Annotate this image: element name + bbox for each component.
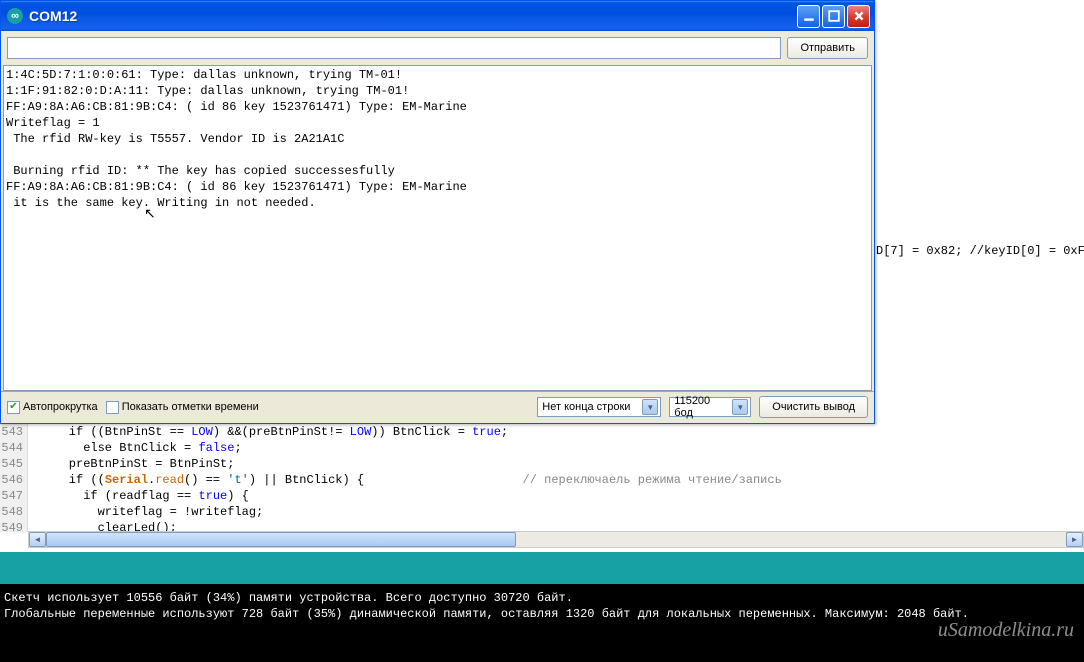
timestamps-label: Показать отметки времени — [122, 401, 259, 413]
chevron-down-icon: ▼ — [732, 399, 748, 415]
code-line: 545 preBtnPinSt = BtnPinSt; — [0, 456, 1084, 472]
line-number: 545 — [0, 456, 28, 472]
baud-rate-value: 115200 бод — [674, 395, 728, 419]
code-content: if (readflag == true) { — [28, 488, 249, 504]
autoscroll-checkbox[interactable]: ✔ Автопрокрутка — [7, 401, 98, 414]
line-ending-select[interactable]: Нет конца строки ▼ — [537, 397, 661, 417]
titlebar[interactable]: ∞ COM12 — [1, 1, 874, 31]
scroll-track[interactable] — [516, 532, 1066, 547]
code-content: preBtnPinSt = BtnPinSt; — [28, 456, 234, 472]
code-content: else BtnClick = false; — [28, 440, 242, 456]
maximize-button[interactable] — [822, 5, 845, 28]
checkbox-icon: ✔ — [7, 401, 20, 414]
baud-rate-select[interactable]: 115200 бод ▼ — [669, 397, 751, 417]
code-content: writeflag = !writeflag; — [28, 504, 263, 520]
chevron-down-icon: ▼ — [642, 399, 658, 415]
mouse-cursor-icon: ↖ — [144, 207, 156, 223]
window-title: COM12 — [29, 8, 797, 24]
scroll-right-button[interactable]: ► — [1066, 532, 1083, 547]
close-button[interactable] — [847, 5, 870, 28]
timestamps-checkbox[interactable]: Показать отметки времени — [106, 401, 259, 414]
serial-monitor-window: ∞ COM12 Отправить 1:4C:5D:7:1:0:0:61: Ty… — [0, 0, 875, 424]
serial-output[interactable]: 1:4C:5D:7:1:0:0:61: Type: dallas unknown… — [3, 65, 872, 391]
scroll-left-button[interactable]: ◄ — [29, 532, 46, 547]
app-icon: ∞ — [7, 8, 23, 24]
code-line: 546 if ((Serial.read() == 't') || BtnCli… — [0, 472, 1084, 488]
send-input[interactable] — [7, 37, 781, 59]
clear-output-button[interactable]: Очистить вывод — [759, 396, 868, 418]
code-line: 544 else BtnClick = false; — [0, 440, 1084, 456]
build-console: Скетч использует 10556 байт (34%) памяти… — [0, 584, 1084, 662]
code-line: 547 if (readflag == true) { — [0, 488, 1084, 504]
line-number: 546 — [0, 472, 28, 488]
code-line: 548 writeflag = !writeflag; — [0, 504, 1084, 520]
line-number: 544 — [0, 440, 28, 456]
send-button[interactable]: Отправить — [787, 37, 868, 59]
line-number: 543 — [0, 424, 28, 440]
send-row: Отправить — [1, 31, 874, 65]
ide-status-strip — [0, 552, 1084, 584]
footer-bar: ✔ Автопрокрутка Показать отметки времени… — [1, 391, 874, 422]
code-content: if ((Serial.read() == 't') || BtnClick) … — [28, 472, 782, 488]
autoscroll-label: Автопрокрутка — [23, 401, 98, 413]
background-code-fragment: D[7] = 0x82; //keyID[0] = 0xFF; — [876, 244, 1084, 258]
horizontal-scrollbar[interactable]: ◄ ► — [28, 531, 1084, 548]
minimize-button[interactable] — [797, 5, 820, 28]
line-ending-value: Нет конца строки — [542, 401, 638, 413]
code-line: 543 if ((BtnPinSt == LOW) &&(preBtnPinSt… — [0, 424, 1084, 440]
line-number: 548 — [0, 504, 28, 520]
checkbox-icon — [106, 401, 119, 414]
scroll-thumb[interactable] — [46, 532, 516, 547]
code-content: if ((BtnPinSt == LOW) &&(preBtnPinSt!= L… — [28, 424, 508, 440]
line-number: 549 — [0, 520, 28, 532]
code-editor: 543 if ((BtnPinSt == LOW) &&(preBtnPinSt… — [0, 424, 1084, 532]
line-number: 547 — [0, 488, 28, 504]
